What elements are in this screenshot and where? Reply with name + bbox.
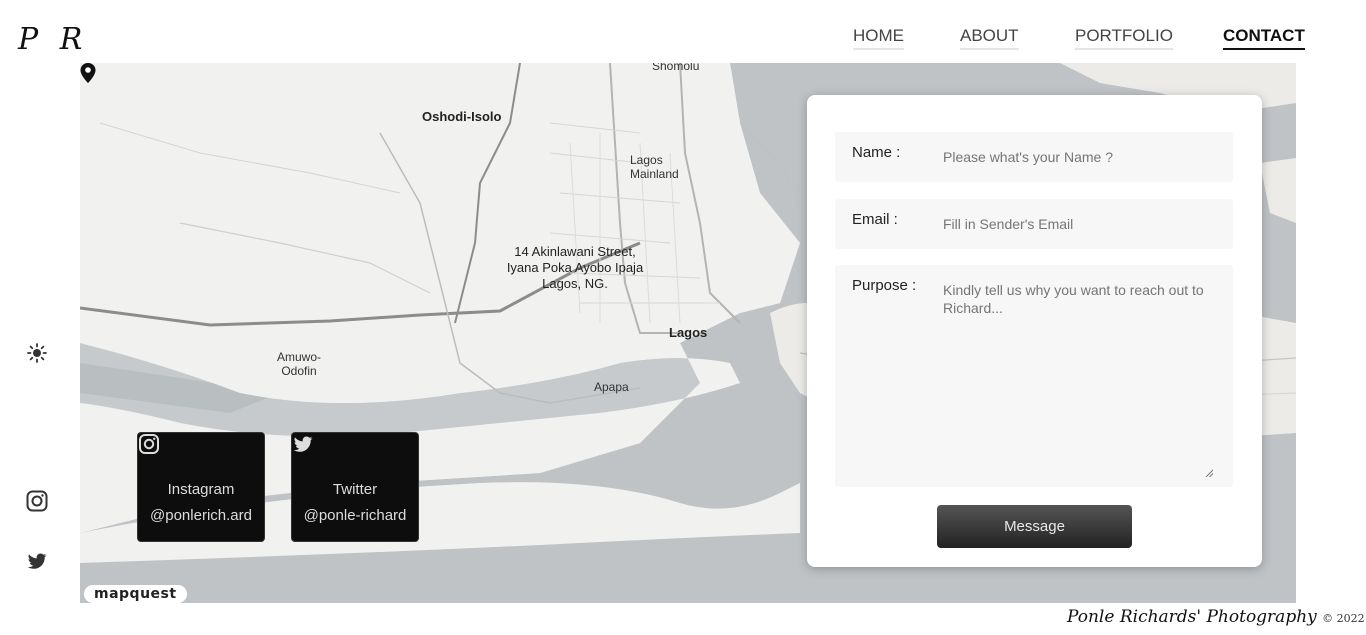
- instagram-icon: [138, 434, 264, 475]
- nav-home[interactable]: HOME: [853, 26, 904, 50]
- map-label-lagos-mainland: Lagos Mainland: [630, 153, 679, 181]
- twitter-label: Twitter: [332, 481, 378, 498]
- address-line2: Iyana Poka Ayobo Ipaja: [506, 260, 644, 275]
- twitter-handle: @ponle-richard: [303, 507, 407, 524]
- address-line1: 14 Akinlawani Street,: [514, 244, 636, 259]
- instagram-label: Instagram: [167, 481, 235, 498]
- footer-credit: Ponle Richards' Photography © 2022: [1067, 607, 1365, 627]
- resize-handle-icon[interactable]: [1205, 469, 1213, 477]
- nav-contact[interactable]: CONTACT: [1223, 26, 1305, 50]
- map-label-amuwo-line2: Odofin: [281, 364, 317, 378]
- sun-icon[interactable]: [26, 342, 48, 364]
- map-label-amuwo: Amuwo- Odofin: [277, 350, 321, 378]
- twitter-card[interactable]: Twitter @ponle-richard: [291, 432, 419, 542]
- address-line3: Lagos, NG.: [542, 276, 608, 291]
- purpose-row: Purpose :: [835, 265, 1233, 487]
- map-label-lagos: Lagos: [669, 325, 708, 340]
- contact-form: Name : Email : Purpose : Message: [807, 95, 1262, 567]
- instagram-icon[interactable]: [26, 490, 48, 512]
- map-label-apapa: Apapa: [594, 380, 629, 394]
- nav-about[interactable]: ABOUT: [960, 26, 1019, 50]
- email-input[interactable]: [943, 216, 1223, 232]
- email-row: Email :: [835, 199, 1233, 249]
- map-label-lagos-mainland-line1: Lagos: [630, 153, 663, 167]
- footer-text: Ponle Richards' Photography: [1067, 607, 1317, 627]
- twitter-icon[interactable]: [26, 550, 48, 572]
- instagram-handle: @ponlerich.ard: [150, 507, 252, 524]
- map-label-oshodi: Oshodi-Isolo: [422, 109, 502, 124]
- email-label: Email :: [852, 211, 898, 228]
- nav-portfolio[interactable]: PORTFOLIO: [1075, 26, 1173, 50]
- purpose-label: Purpose :: [852, 277, 917, 294]
- main-nav: HOME ABOUT PORTFOLIO CONTACT: [0, 26, 1366, 50]
- instagram-card[interactable]: Instagram @ponlerich.ard: [137, 432, 265, 542]
- twitter-icon: [292, 436, 418, 475]
- name-row: Name :: [835, 132, 1233, 182]
- map-label-shomolu: Shomolu: [652, 63, 700, 73]
- purpose-textarea[interactable]: [943, 281, 1213, 471]
- map-label-amuwo-line1: Amuwo-: [277, 350, 322, 364]
- mapquest-attribution[interactable]: mapquest: [84, 585, 187, 603]
- address-label: 14 Akinlawani Street, Iyana Poka Ayobo I…: [500, 244, 650, 292]
- location-pin-icon[interactable]: [80, 63, 96, 83]
- name-input[interactable]: [943, 149, 1223, 165]
- message-button[interactable]: Message: [937, 505, 1132, 548]
- name-label: Name :: [852, 144, 901, 161]
- map-label-lagos-mainland-line2: Mainland: [630, 167, 679, 181]
- footer-copyright: © 2022: [1322, 612, 1365, 625]
